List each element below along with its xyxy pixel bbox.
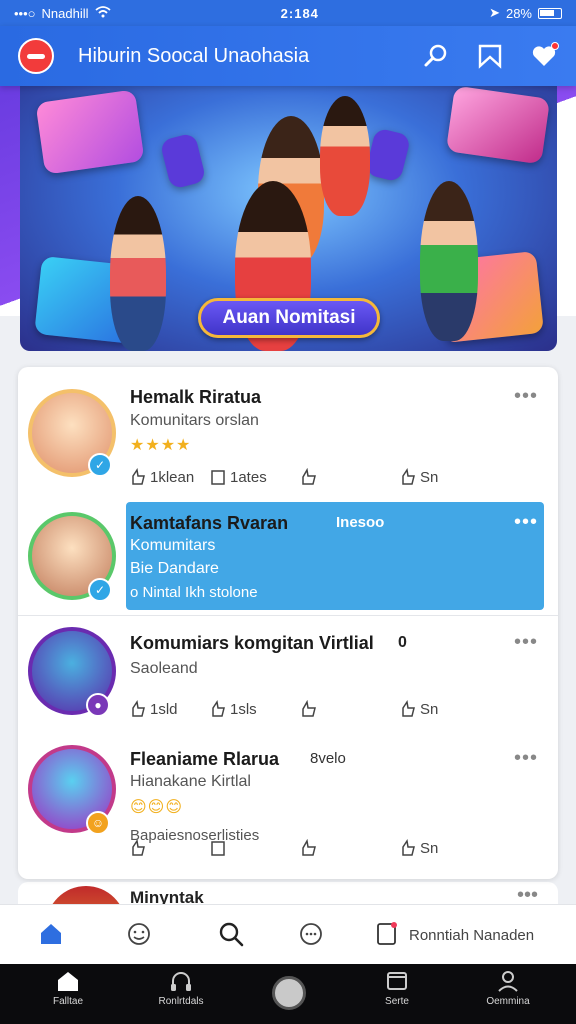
home-icon — [58, 972, 78, 991]
nav-label: Oemmina — [486, 996, 530, 1007]
person-top-right — [320, 96, 370, 216]
tab-strip-label[interactable]: Ronntiah Nanaden — [409, 927, 534, 944]
item-actions: 1sld 1sls Sn — [130, 700, 438, 718]
item-title: Kamtafans Rvaran — [130, 513, 289, 533]
community-feed: ✓ Hemalk Riratua ••• Komunitars orslan ★… — [18, 367, 558, 879]
chat-tab-icon[interactable] — [296, 919, 326, 949]
nav-headphones[interactable]: Ronlrtdals — [136, 970, 226, 1007]
like-count: 1sld — [150, 700, 178, 718]
photo-card-left — [35, 89, 145, 175]
list-item[interactable]: ✓ Hemalk Riratua ••• Komunitars orslan ★… — [18, 367, 558, 492]
reply-button[interactable]: Sn — [400, 468, 438, 486]
item-actions: Sn — [130, 839, 438, 857]
bookmark-icon[interactable] — [476, 42, 504, 70]
item-subtitle: Komumitars — [130, 537, 216, 554]
phone-card — [159, 132, 207, 190]
rating-stars: ★★★★ — [130, 437, 192, 454]
nav-save[interactable]: Serte — [352, 970, 442, 1007]
more-options-icon[interactable]: ••• — [514, 631, 538, 654]
item-title-extra: 0 — [398, 634, 407, 651]
more-options-icon[interactable]: ••• — [517, 884, 538, 906]
item-actions: 1klean 1ates Sn — [130, 468, 438, 486]
more-options-icon[interactable]: ••• — [514, 385, 538, 408]
phone-card-right — [364, 127, 412, 183]
emoji-row: 😊😊😊 — [130, 799, 184, 816]
reply-count: Sn — [420, 700, 439, 718]
like-button[interactable] — [130, 839, 210, 857]
nav-label: Falltae — [52, 996, 83, 1007]
more-options-icon[interactable]: ••• — [514, 747, 538, 770]
person-guitar — [420, 181, 478, 341]
nav-label: Ronlrtdals — [158, 996, 204, 1007]
profile-icon — [498, 971, 518, 992]
chat-badge-icon: ☺ — [86, 811, 110, 835]
search-icon[interactable] — [422, 42, 450, 70]
app-title: Hiburin Soocal Unaohasia — [78, 44, 310, 67]
nav-home[interactable]: Falltae — [23, 970, 113, 1007]
nav-label: Serte — [385, 996, 409, 1007]
signal-icon: •••○ — [14, 5, 36, 21]
item-title-extra: 8velo — [310, 750, 346, 767]
status-bar: •••○ Nnadhill 2:184 ➤ 28% — [0, 0, 576, 26]
chat-badge-icon: ● — [86, 693, 110, 717]
react-button[interactable] — [300, 839, 400, 857]
chat-badge-icon: ✓ — [88, 578, 112, 602]
chat-badge-icon: ✓ — [88, 453, 112, 477]
notification-dot — [551, 42, 559, 50]
location-icon: ➤ — [489, 5, 500, 20]
status-time: 2:184 — [280, 5, 319, 21]
banner-cta-button[interactable]: Auan Nomitasi — [198, 298, 380, 338]
reply-count: Sn — [420, 839, 439, 857]
item-title: Fleaniame Rlarua — [130, 749, 280, 769]
item-subtitle: Komunitars orslan — [130, 412, 259, 429]
avatar — [46, 886, 126, 906]
nav-profile[interactable]: Oemmina — [463, 970, 553, 1007]
item-footer: o Nintal Ikh stolone — [130, 584, 258, 601]
more-options-icon[interactable]: ••• — [514, 511, 538, 534]
person-left — [110, 196, 166, 351]
item-subtitle-secondary: Bie Dandare — [130, 560, 219, 577]
reply-button[interactable]: Sn — [400, 700, 438, 718]
item-title-extra: Inesoo — [336, 514, 385, 531]
like-button[interactable]: 1sld — [130, 700, 210, 718]
item-title: Komumiars komgitan Virtlial — [130, 633, 374, 653]
list-item[interactable]: ● Komumiars komgitan Virtlial 0 ••• Saol… — [18, 617, 558, 737]
item-subtitle: Saoleand — [130, 660, 198, 677]
favorites-heart-icon[interactable] — [530, 42, 559, 70]
list-item[interactable]: ☺ Fleaniame Rlarua 8velo ••• Hianakane K… — [18, 737, 558, 872]
notes-tab-icon[interactable] — [372, 919, 402, 949]
reply-count: Sn — [420, 468, 439, 486]
app-logo-icon[interactable] — [18, 38, 54, 74]
share-button[interactable] — [210, 839, 300, 857]
tab-strip: Ronntiah Nanaden — [0, 904, 576, 964]
headphones-icon — [171, 972, 191, 991]
list-item-partial[interactable]: Minyntak ••• — [18, 882, 558, 906]
share-count: 1sls — [230, 700, 257, 718]
divider — [18, 615, 558, 616]
folder-icon — [387, 972, 407, 990]
photo-card-right — [445, 86, 551, 165]
battery-icon — [538, 7, 562, 19]
bottom-navigation: Falltae Ronlrtdals Serte Oemmina — [0, 964, 576, 1024]
like-count: 1klean — [150, 468, 195, 486]
carrier-label: Nnadhill — [41, 5, 89, 21]
share-button[interactable]: 1sls — [210, 700, 300, 718]
item-subtitle: Hianakane Kirtlal — [130, 773, 251, 790]
search-tab-icon[interactable] — [216, 919, 246, 949]
app-header: Hiburin Soocal Unaohasia — [0, 26, 576, 86]
reply-button[interactable]: Sn — [400, 839, 438, 857]
react-button[interactable] — [300, 700, 400, 718]
wifi-icon — [94, 5, 111, 21]
share-button[interactable]: 1ates — [210, 468, 300, 486]
like-button[interactable]: 1klean — [130, 468, 210, 486]
list-item-selected[interactable]: ✓ Kamtafans Rvaran Inesoo ••• Komumitars… — [18, 502, 558, 612]
promo-banner[interactable]: Auan Nomitasi — [20, 86, 557, 351]
home-tab-icon[interactable] — [36, 919, 66, 949]
emoji-tab-icon[interactable] — [124, 919, 154, 949]
nav-center-button[interactable] — [272, 976, 306, 1010]
battery-percent: 28% — [505, 5, 532, 21]
react-button[interactable] — [300, 468, 400, 486]
item-title: Hemalk Riratua — [130, 387, 262, 407]
share-count: 1ates — [230, 468, 267, 486]
